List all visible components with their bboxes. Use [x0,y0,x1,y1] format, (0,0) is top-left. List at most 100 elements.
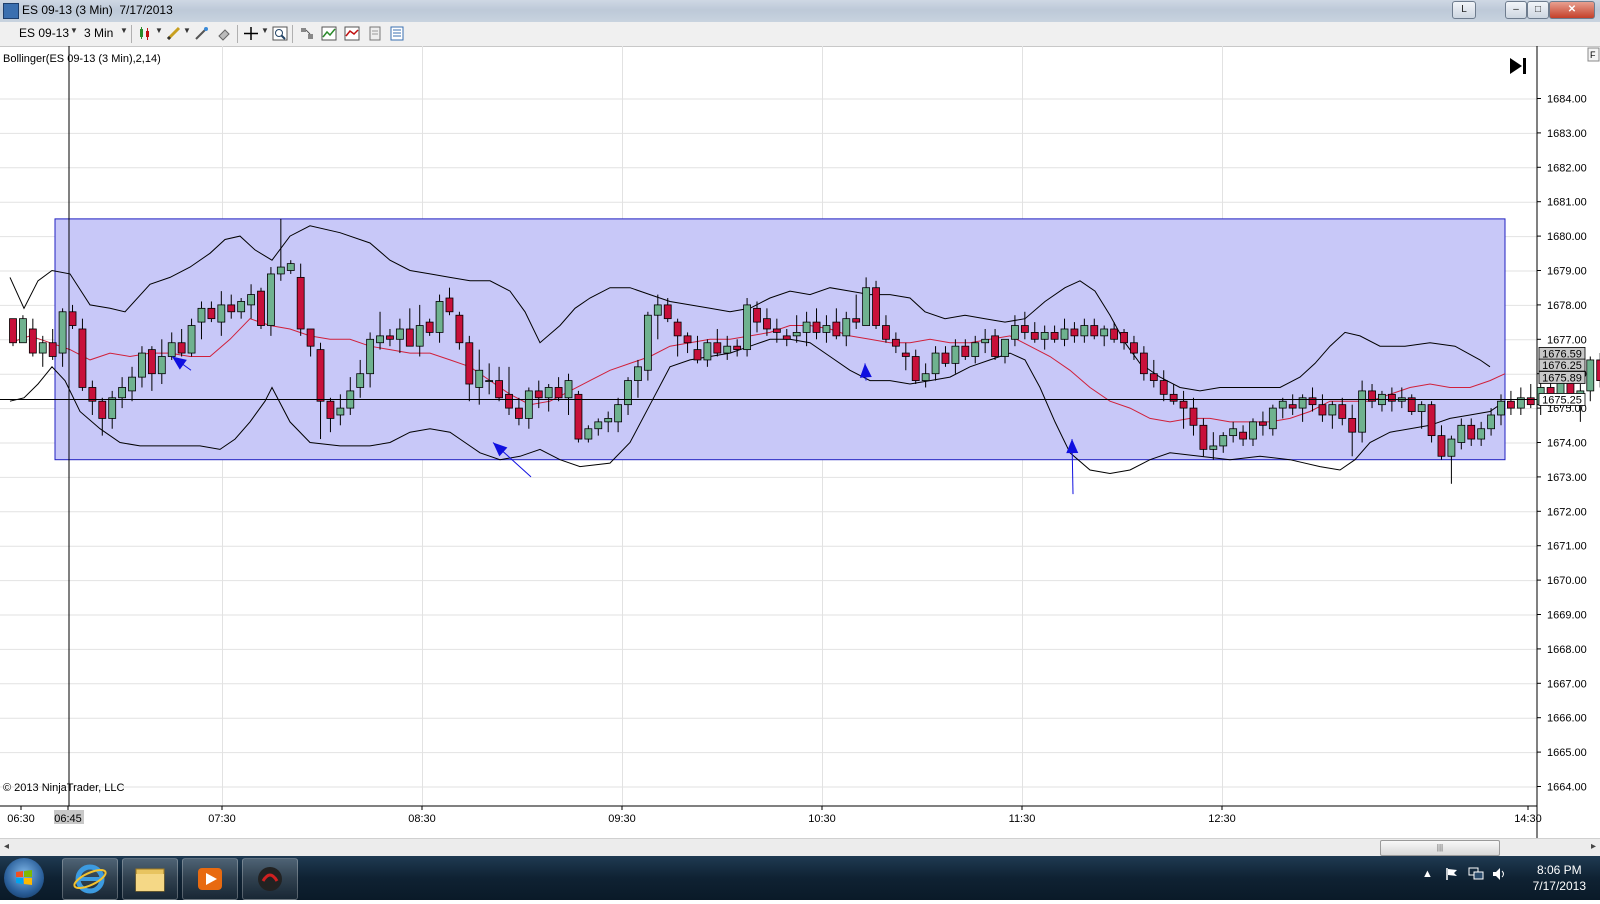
bar-style-dropdown-icon[interactable]: ▼ [155,26,163,35]
minimize-button[interactable]: – [1505,1,1527,19]
scrollbar-thumb[interactable]: ||| [1380,840,1500,856]
candle-body [99,401,106,418]
instrument-selector[interactable]: ES 09-13 [19,26,69,40]
time-axis[interactable]: 06:3006:4507:3008:3009:3010:3011:3012:30… [0,806,1542,825]
candle-body [823,326,830,333]
candle-body [406,329,413,346]
candle-body [456,315,463,343]
candle-body [843,319,850,336]
action-center-flag-icon[interactable] [1445,867,1459,881]
time-scrollbar[interactable]: ◂ ||| ▸ [0,838,1600,856]
candle-body [248,295,255,305]
candle-body [932,353,939,374]
candle-body [59,312,66,353]
candle-body [357,374,364,388]
magic-wand-icon[interactable] [194,26,210,41]
price-marker-label: 1676.25 [1542,360,1582,372]
instrument-dropdown-icon[interactable]: ▼ [70,26,78,35]
candle-body [724,346,731,353]
crosshair-dropdown-icon[interactable]: ▼ [261,26,269,35]
candle-body [1488,415,1495,429]
candle-body [377,336,384,343]
data-box-icon[interactable] [389,26,405,41]
candle-body [1200,425,1207,449]
candle-body [238,301,245,311]
price-axis[interactable]: 1684.001683.001682.001681.001680.001679.… [1537,94,1587,794]
start-button[interactable] [4,858,44,898]
volume-icon[interactable] [1492,867,1508,881]
candle [79,319,86,391]
draw-dropdown-icon[interactable]: ▼ [183,26,191,35]
candle-body [1339,405,1346,419]
taskbar-file-explorer[interactable] [122,858,178,900]
interval-selector[interactable]: 3 Min [84,26,113,40]
price-tick-label: 1681.00 [1547,197,1587,209]
price-tick-label: 1674.00 [1547,438,1587,450]
candle-body [158,357,165,374]
candle-body [833,322,840,336]
candle-body [555,387,562,397]
candle-body [664,305,671,319]
candle-body [1160,381,1167,395]
scroll-to-end-icon[interactable] [1510,58,1526,74]
taskbar-clock[interactable]: 8:06 PM 7/17/2013 [1533,862,1586,894]
candle-body [972,343,979,357]
window-title: ES 09-13 (3 Min) 7/17/2013 [22,3,173,17]
close-button[interactable]: ✕ [1549,1,1595,19]
candle-body [625,381,632,405]
scroll-right-icon[interactable]: ▸ [1591,841,1596,852]
show-hidden-icon[interactable]: ▲ [1422,868,1433,880]
candle-body [763,319,770,329]
candle [267,267,274,336]
bar-style-icon[interactable] [138,26,154,41]
indicators-icon[interactable] [321,26,337,41]
price-chart[interactable]: 1684.001683.001682.001681.001680.001679.… [0,46,1600,838]
candle-body [79,329,86,387]
clock-date: 7/17/2013 [1533,878,1586,894]
maximize-button[interactable]: □ [1527,1,1549,19]
candle-body [605,418,612,421]
strategies-icon[interactable] [299,26,315,41]
candle-body [813,322,820,332]
zoom-icon[interactable] [272,26,288,41]
time-tick-label: 07:30 [208,813,236,825]
link-button[interactable]: L [1452,1,1476,19]
candle-body [1329,405,1336,415]
scroll-left-icon[interactable]: ◂ [4,841,9,852]
candle [29,319,36,357]
candle-body [446,298,453,312]
candle [644,312,651,381]
candle [575,391,582,443]
template-icon[interactable] [367,26,383,41]
candle-body [208,308,215,318]
candle-body [218,305,225,322]
properties-icon[interactable] [344,26,360,41]
candle-body [1011,326,1018,340]
candle-body [1121,332,1128,342]
candle-body [267,274,274,326]
taskbar-internet-explorer[interactable] [62,858,118,900]
eraser-icon[interactable] [216,26,232,41]
windows-logo-icon [15,869,33,887]
file-explorer-icon [123,859,177,899]
chart-panel[interactable]: 1684.001683.001682.001681.001680.001679.… [0,46,1600,846]
time-tick-label: 10:30 [808,813,836,825]
candle-body [10,319,17,343]
candle-body [892,339,899,346]
draw-pencil-icon[interactable] [166,26,182,41]
candle-body [1289,405,1296,408]
candle-body [1051,332,1058,339]
taskbar-ninjatrader[interactable] [242,858,298,900]
taskbar-media-player[interactable] [182,858,238,900]
network-icon[interactable] [1468,867,1484,881]
price-tick-label: 1665.00 [1547,747,1587,759]
price-tick-label: 1670.00 [1547,575,1587,587]
interval-dropdown-icon[interactable]: ▼ [120,26,128,35]
price-tick-label: 1679.00 [1547,266,1587,278]
candle-body [1359,391,1366,432]
window-title-bar: ES 09-13 (3 Min) 7/17/2013 L – □ ✕ [0,0,1600,23]
candle-body [1021,326,1028,333]
candle-body [109,398,116,419]
candle-body [1507,401,1514,408]
crosshair-icon[interactable] [243,26,259,41]
